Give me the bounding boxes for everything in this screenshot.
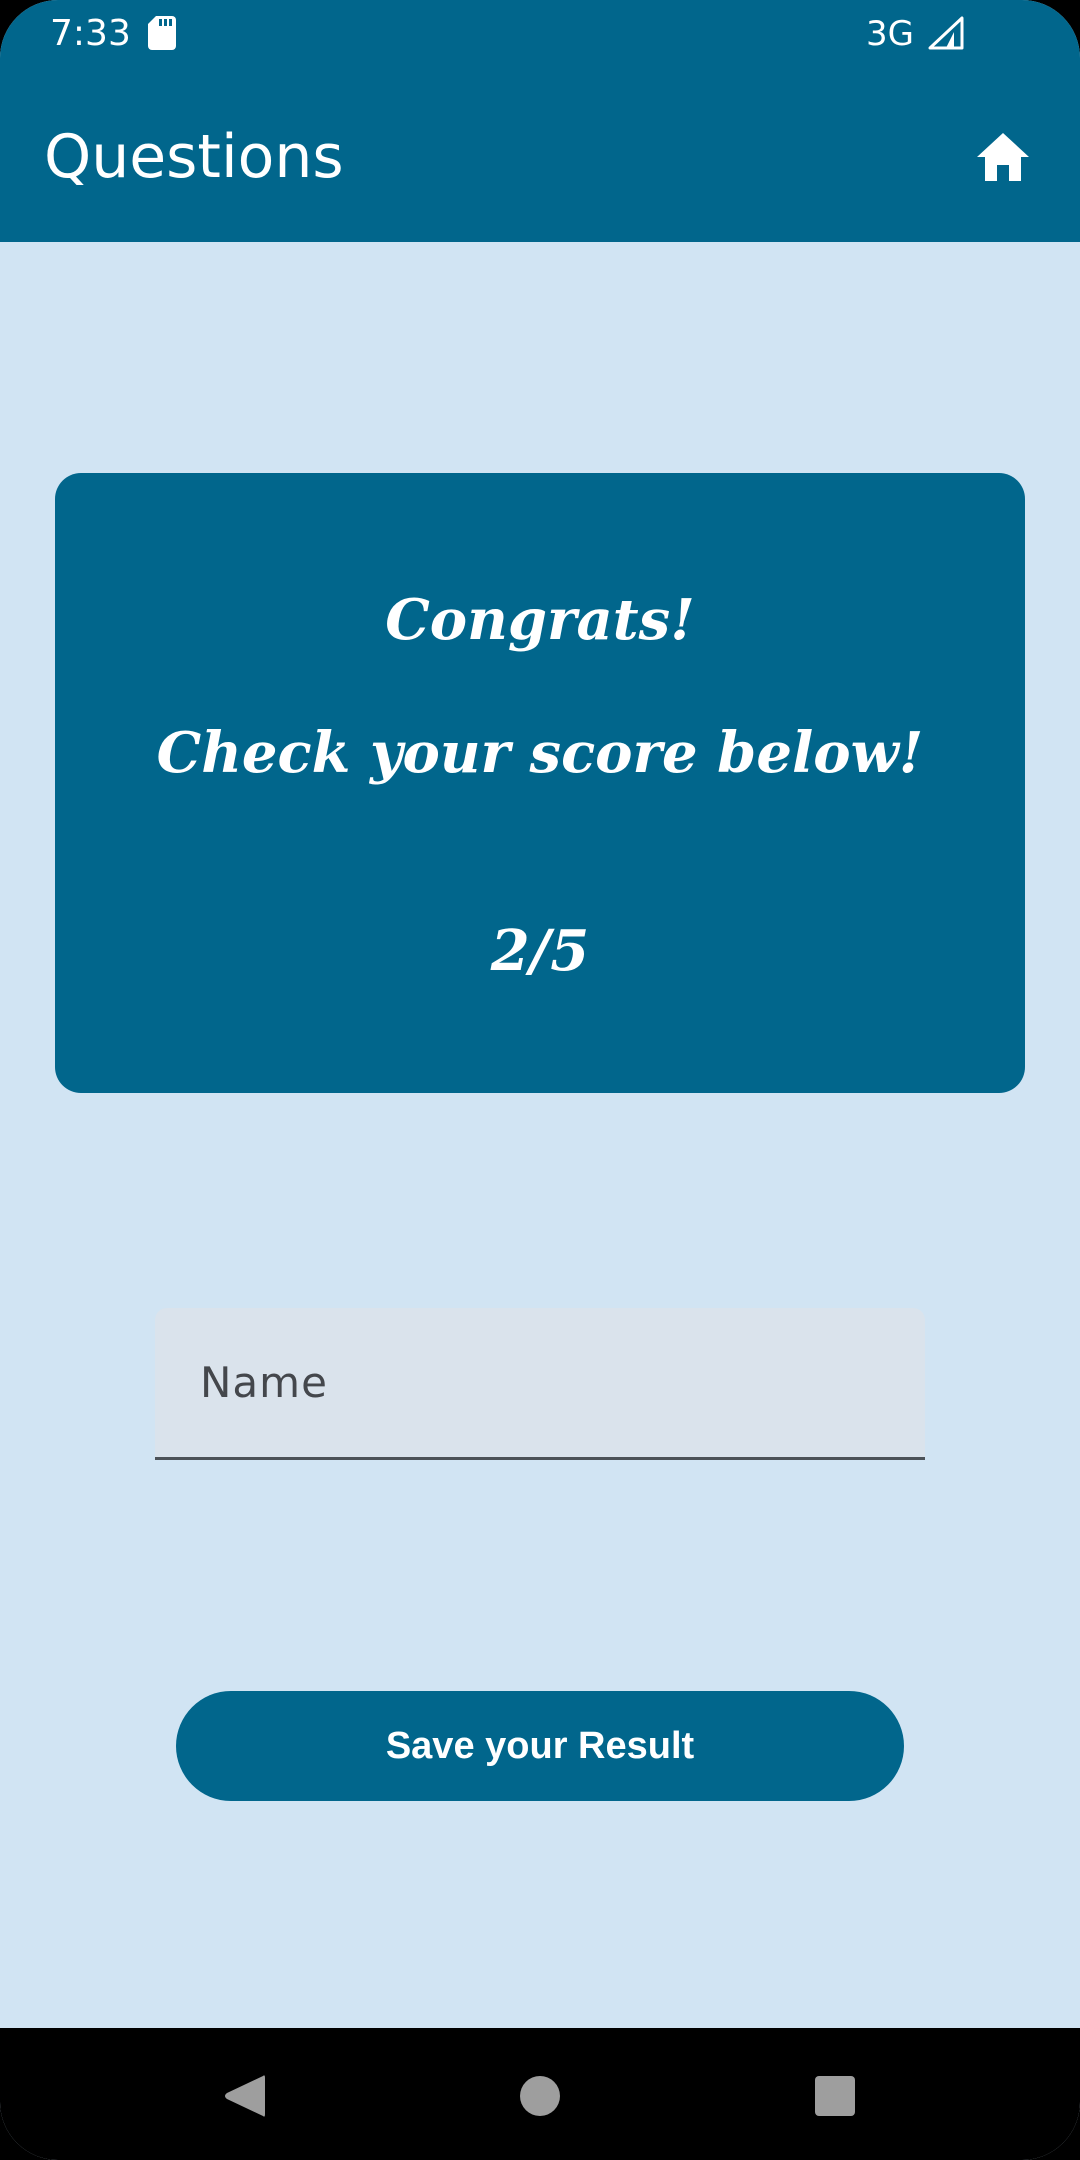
nav-back-button[interactable] bbox=[214, 2066, 274, 2126]
score-instruction: Check your score below! bbox=[156, 720, 924, 786]
home-circle-icon bbox=[520, 2076, 560, 2116]
signal-icon bbox=[928, 16, 964, 50]
score-value: 2/5 bbox=[490, 918, 590, 984]
sd-card-icon bbox=[148, 16, 176, 50]
recents-icon bbox=[815, 2076, 855, 2116]
page-title: Questions bbox=[44, 122, 344, 192]
home-button[interactable] bbox=[968, 122, 1038, 192]
status-time: 7:33 bbox=[50, 13, 131, 54]
nav-recents-button[interactable] bbox=[805, 2066, 865, 2126]
result-card: Congrats! Check your score below! 2/5 bbox=[55, 473, 1025, 1093]
back-icon bbox=[225, 2075, 265, 2117]
save-result-button[interactable]: Save your Result bbox=[176, 1691, 904, 1801]
status-bar: 7:33 3G bbox=[0, 0, 1080, 70]
network-type: 3G bbox=[866, 14, 914, 54]
app-bar: Questions bbox=[0, 70, 1080, 242]
navigation-bar bbox=[0, 2028, 1080, 2160]
home-icon bbox=[977, 133, 1029, 181]
app-screen: 7:33 3G Questions Congrats! Check your s… bbox=[0, 0, 1080, 2160]
nav-home-button[interactable] bbox=[510, 2066, 570, 2126]
congrats-heading: Congrats! bbox=[385, 587, 695, 653]
name-input[interactable] bbox=[200, 1352, 880, 1412]
name-field[interactable] bbox=[155, 1308, 925, 1460]
